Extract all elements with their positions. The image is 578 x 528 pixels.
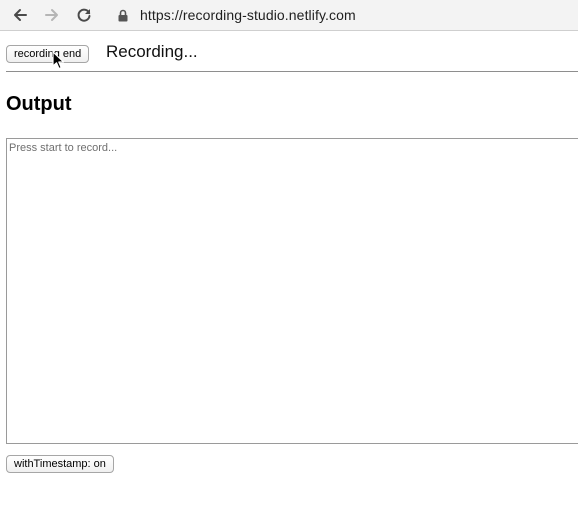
recording-status: Recording... xyxy=(106,42,198,61)
url-text: https://recording-studio.netlify.com xyxy=(140,7,356,23)
output-textarea[interactable] xyxy=(6,138,578,444)
address-bar[interactable]: https://recording-studio.netlify.com xyxy=(108,2,578,28)
forward-button[interactable] xyxy=(40,4,64,26)
with-timestamp-toggle-button[interactable]: withTimestamp: on xyxy=(6,455,114,473)
divider xyxy=(6,71,578,72)
lock-icon xyxy=(116,7,130,23)
back-button[interactable] xyxy=(8,4,32,26)
reload-button[interactable] xyxy=(72,4,96,26)
browser-toolbar: https://recording-studio.netlify.com xyxy=(0,0,578,31)
page-content: recording end Recording... Output withTi… xyxy=(0,31,578,528)
reload-icon xyxy=(76,7,92,23)
output-heading: Output xyxy=(6,93,72,115)
recording-end-button[interactable]: recording end xyxy=(6,45,90,63)
arrow-left-icon xyxy=(12,7,28,23)
arrow-right-icon xyxy=(44,7,60,23)
